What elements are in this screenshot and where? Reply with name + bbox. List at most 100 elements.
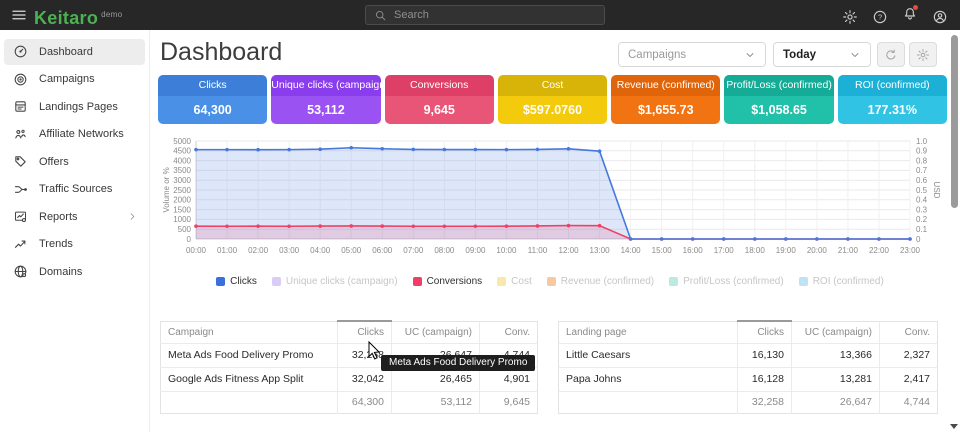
svg-text:12:00: 12:00	[559, 246, 580, 255]
menu-icon[interactable]	[10, 6, 28, 24]
stat-card-unique-clicks-campaign-: Unique clicks (campaign)53,112	[271, 75, 380, 124]
sidebar-item-campaigns[interactable]: Campaigns	[4, 66, 145, 92]
svg-text:10:00: 10:00	[496, 246, 517, 255]
table-cell: Google Ads Fitness App Split	[161, 367, 338, 391]
svg-text:1.0: 1.0	[916, 137, 928, 146]
scrollbar-thumb[interactable]	[951, 35, 958, 208]
sidebar-item-traffic-sources[interactable]: Traffic Sources	[4, 176, 145, 202]
sidebar-item-landings-pages[interactable]: Landings Pages	[4, 94, 145, 120]
stat-card-label: Conversions	[385, 75, 494, 96]
legend-item-revenue-confirmed-[interactable]: Revenue (confirmed)	[547, 276, 654, 287]
svg-text:15:00: 15:00	[652, 246, 673, 255]
svg-text:22:00: 22:00	[869, 246, 890, 255]
svg-text:18:00: 18:00	[745, 246, 766, 255]
svg-text:14:00: 14:00	[621, 246, 642, 255]
stat-card-label: ROI (confirmed)	[838, 75, 947, 96]
legend-item-roi-confirmed-[interactable]: ROI (confirmed)	[799, 276, 884, 287]
legend-label: Cost	[511, 276, 532, 287]
svg-text:08:00: 08:00	[434, 246, 455, 255]
notifications-icon[interactable]	[902, 6, 918, 27]
sidebar-item-reports[interactable]: Reports	[4, 204, 145, 230]
legend-swatch	[216, 277, 225, 286]
svg-text:500: 500	[178, 225, 192, 234]
svg-text:06:00: 06:00	[372, 246, 393, 255]
page-title: Dashboard	[160, 38, 282, 67]
sidebar-item-dashboard[interactable]: Dashboard	[4, 39, 145, 65]
svg-text:0.9: 0.9	[916, 147, 928, 156]
totals-row: 64,30053,1129,645	[161, 391, 538, 413]
chevron-down-icon	[744, 49, 756, 61]
svg-text:20:00: 20:00	[807, 246, 828, 255]
sidebar-item-offers[interactable]: Offers	[4, 149, 145, 175]
legend-label: ROI (confirmed)	[813, 276, 884, 287]
landing-pages-data-table: Landing pageClicksUC (campaign)Conv.Litt…	[558, 320, 938, 414]
legend-item-unique-clicks-campaign-[interactable]: Unique clicks (campaign)	[272, 276, 398, 287]
svg-text:0.8: 0.8	[916, 156, 928, 165]
column-header-clicks[interactable]: Clicks	[338, 321, 392, 343]
totals-cell: 4,744	[880, 391, 938, 413]
svg-text:0.7: 0.7	[916, 166, 928, 175]
stat-card-value: $1,058.65	[724, 96, 833, 124]
stat-card-label: Revenue (confirmed)	[611, 75, 720, 96]
table-cell: 2,417	[880, 367, 938, 391]
stat-card-cost: Cost$597.0760	[498, 75, 607, 124]
svg-text:Volume or %: Volume or %	[162, 167, 171, 212]
topbar-actions: ?	[842, 6, 948, 27]
legend-item-profit-loss-confirmed-[interactable]: Profit/Loss (confirmed)	[669, 276, 784, 287]
sidebar-item-domains[interactable]: Domains	[4, 259, 145, 285]
svg-text:3000: 3000	[173, 176, 191, 185]
table-row[interactable]: Little Caesars16,13013,3662,327	[559, 343, 938, 367]
column-header-conv-[interactable]: Conv.	[480, 321, 538, 343]
column-header-clicks[interactable]: Clicks	[738, 321, 792, 343]
column-header-uc-campaign-[interactable]: UC (campaign)	[792, 321, 880, 343]
row-tooltip: Meta Ads Food Delivery Promo	[381, 355, 535, 371]
svg-text:21:00: 21:00	[838, 246, 859, 255]
svg-text:3500: 3500	[173, 166, 191, 175]
search-icon	[374, 9, 387, 22]
totals-cell: 53,112	[392, 391, 480, 413]
stat-card-label: Profit/Loss (confirmed)	[724, 75, 833, 96]
svg-text:16:00: 16:00	[683, 246, 704, 255]
legend-label: Profit/Loss (confirmed)	[683, 276, 784, 287]
traffic-sources-icon	[13, 182, 28, 197]
legend-swatch	[547, 277, 556, 286]
sidebar-item-trends[interactable]: Trends	[4, 231, 145, 257]
column-header-conv-[interactable]: Conv.	[880, 321, 938, 343]
refresh-button[interactable]	[877, 42, 905, 67]
campaigns-filter-select[interactable]: Campaigns	[618, 42, 766, 67]
legend-item-conversions[interactable]: Conversions	[413, 276, 483, 287]
stat-cards: Clicks64,300Unique clicks (campaign)53,1…	[158, 75, 947, 124]
notification-badge	[913, 5, 918, 10]
svg-text:09:00: 09:00	[465, 246, 486, 255]
table-cell: 13,366	[792, 343, 880, 367]
sidebar-item-label: Campaigns	[39, 73, 95, 85]
legend-item-clicks[interactable]: Clicks	[216, 276, 257, 287]
table-cell: 13,281	[792, 367, 880, 391]
dashboard-settings-button[interactable]	[909, 42, 937, 67]
logo[interactable]: Keitarodemo	[34, 4, 122, 29]
column-header-landing-page[interactable]: Landing page	[559, 321, 738, 343]
logo-demo-badge: demo	[101, 10, 122, 19]
help-icon[interactable]: ?	[872, 9, 888, 25]
reports-icon	[13, 209, 28, 224]
column-header-uc-campaign-[interactable]: UC (campaign)	[392, 321, 480, 343]
chart-legend: Clicks Unique clicks (campaign) Conversion…	[160, 276, 940, 287]
legend-item-cost[interactable]: Cost	[497, 276, 532, 287]
legend-swatch	[413, 277, 422, 286]
campaigns-filter-value: Campaigns	[628, 49, 686, 61]
account-icon[interactable]	[932, 9, 948, 25]
stat-card-label: Cost	[498, 75, 607, 96]
column-header-campaign[interactable]: Campaign	[161, 321, 338, 343]
affiliate-networks-icon	[13, 127, 28, 142]
landing-pages-table: Landing pageClicksUC (campaign)Conv.Litt…	[558, 320, 938, 414]
settings-icon[interactable]	[842, 9, 858, 25]
search-bar[interactable]: Search	[365, 5, 605, 25]
svg-text:4500: 4500	[173, 147, 191, 156]
search-placeholder: Search	[394, 9, 429, 21]
scrollbar-down-arrow[interactable]	[950, 424, 958, 429]
sidebar-item-affiliate-networks[interactable]: Affiliate Networks	[4, 121, 145, 147]
date-range-select[interactable]: Today	[773, 42, 871, 67]
table-row[interactable]: Papa Johns16,12813,2812,417	[559, 367, 938, 391]
stat-card-label: Unique clicks (campaign)	[271, 75, 380, 96]
svg-text:00:00: 00:00	[186, 246, 207, 255]
